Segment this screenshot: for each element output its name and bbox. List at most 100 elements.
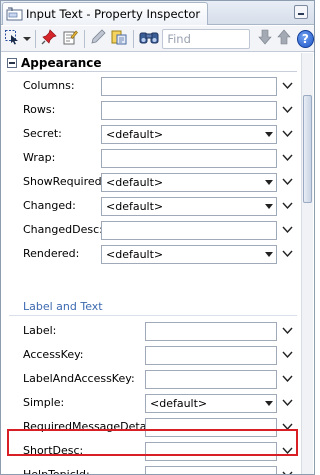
property-label: HelpTopicId: [23,468,90,474]
chevron-down-icon[interactable] [282,248,293,259]
property-row: AccessKey: [1,344,301,368]
property-row: Rows: [1,99,301,123]
pencil-icon [90,29,106,48]
select-value: <default> [150,397,208,410]
property-input[interactable] [145,370,277,389]
highlight-frame [7,429,298,456]
find-previous-button[interactable] [276,28,293,50]
scrollbar-thumb[interactable] [303,95,312,203]
chevron-down-icon[interactable] [282,373,293,384]
property-row: Wrap: [1,147,301,171]
chevron-down-icon[interactable] [282,469,293,474]
property-row: Simple: <default> [1,392,301,416]
property-input[interactable] [101,101,277,120]
bind-button[interactable] [109,28,130,50]
input-text-icon [6,7,23,22]
window-title: Input Text - Property Inspector [26,7,201,21]
property-select[interactable]: <default> [101,125,277,144]
property-row: Secret: <default> [1,123,301,147]
chevron-down-icon[interactable] [282,200,293,211]
property-label: Columns: [23,79,75,92]
chevron-down-icon[interactable] [282,104,293,115]
title-bar: Input Text - Property Inspector [1,1,314,25]
pin-icon [41,29,57,48]
edit-properties-button[interactable] [60,28,81,50]
chevron-down-icon [22,32,31,45]
pin-button[interactable] [39,28,60,50]
property-row: ShowRequired: <default> [1,171,301,195]
database-bind-icon [111,29,127,48]
property-select[interactable]: <default> [145,394,277,413]
property-row: ChangedDesc: [1,219,301,243]
subsection-divider [9,315,297,316]
property-input[interactable] [145,346,277,365]
chevron-down-icon[interactable] [282,128,293,139]
title-tab[interactable]: Input Text - Property Inspector [2,2,208,25]
find-placeholder: Find [167,31,191,46]
collapse-icon[interactable] [7,58,17,68]
toolbar: Find ? [1,26,314,52]
section-divider [7,71,297,72]
property-list: Appearance Columns: Rows: Secret: <default>… [1,53,301,474]
help-icon: ? [301,31,309,46]
arrow-up-icon [277,29,291,48]
chevron-down-icon[interactable] [282,397,293,408]
caret-down-icon [265,204,273,209]
chevron-down-icon[interactable] [282,349,293,360]
arrow-down-icon [258,29,272,48]
select-component-button[interactable] [1,28,22,50]
binoculars-icon [139,30,159,47]
section-title: Appearance [21,56,102,70]
binoculars-button[interactable] [136,28,161,50]
help-button[interactable]: ? [296,29,314,48]
property-select[interactable]: <default> [101,173,277,192]
property-input[interactable] [101,221,277,240]
property-label: Secret: [23,127,62,140]
find-next-button[interactable] [254,28,275,50]
property-input[interactable] [101,77,277,96]
caret-down-icon [265,132,273,137]
toolbar-separator [132,29,134,48]
minimize-button[interactable] [294,5,308,19]
property-label: Rows: [23,103,56,116]
chevron-down-icon[interactable] [282,80,293,91]
caret-down-icon [265,401,273,406]
edit-properties-icon [62,29,78,48]
subsection-title: Label and Text [23,300,103,313]
property-label: AccessKey: [23,348,84,361]
caret-down-icon [265,252,273,257]
property-input[interactable] [145,322,277,341]
select-value: <default> [106,200,164,213]
property-row: Changed: <default> [1,195,301,219]
property-label: Changed: [23,199,76,212]
property-row: Label: [1,320,301,344]
appearance-section-header[interactable]: Appearance [7,55,102,71]
chevron-down-icon[interactable] [282,224,293,235]
select-value: <default> [106,128,164,141]
property-label: ChangedDesc: [23,223,103,236]
property-row: LabelAndAccessKey: [1,368,301,392]
chevron-down-icon[interactable] [282,176,293,187]
property-label: ShowRequired: [23,175,106,188]
property-row: HelpTopicId: [1,464,301,474]
property-label: Label: [23,324,57,337]
property-input[interactable] [145,466,277,474]
chevron-down-icon[interactable] [282,152,293,163]
property-inspector-window: Input Text - Property Inspector Find ? A… [0,0,315,475]
find-input[interactable]: Find [162,28,251,49]
property-row: Rendered: <default> [1,243,301,267]
select-value: <default> [106,176,164,189]
property-row: Columns: [1,75,301,99]
toolbar-separator [83,29,85,48]
property-label: Simple: [23,396,65,409]
chevron-down-icon[interactable] [282,325,293,336]
vertical-scrollbar[interactable] [301,53,313,474]
select-component-icon [4,29,20,48]
property-select[interactable]: <default> [101,245,277,264]
property-label: LabelAndAccessKey: [23,372,135,385]
property-input[interactable] [101,149,277,168]
pencil-button[interactable] [88,28,109,50]
dropdown-arrow-button[interactable] [22,28,32,50]
property-select[interactable]: <default> [101,197,277,216]
caret-down-icon [265,180,273,185]
